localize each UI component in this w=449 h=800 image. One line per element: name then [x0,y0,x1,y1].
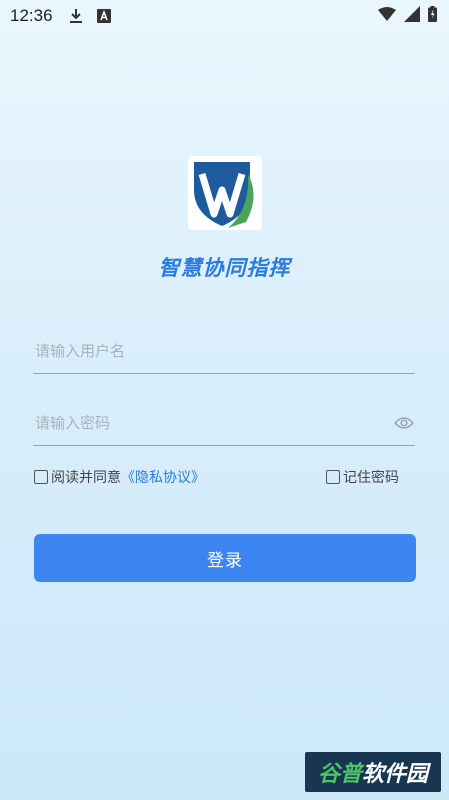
login-button[interactable]: 登录 [34,534,416,582]
username-input[interactable] [33,328,415,373]
watermark-logo: 谷普 软件园 [305,752,441,792]
download-icon [69,8,83,24]
battery-icon [428,5,437,27]
agree-checkbox[interactable] [34,470,48,484]
app-title: 智慧协同指挥 [158,256,291,280]
a-box-icon [96,9,111,23]
wifi-icon [378,6,396,26]
password-input[interactable] [33,400,393,445]
username-field-wrapper [33,328,415,374]
signal-icon [404,5,420,27]
remember-password-row: 记住密码 [326,467,399,487]
privacy-policy-link[interactable]: 《隐私协议》 [121,467,205,487]
agree-text: 阅读并同意 [51,470,121,486]
remember-password-label: 记住密码 [343,470,399,486]
status-time: 12:36 [10,6,53,25]
agreement-row: 阅读并同意 《隐私协议》 [34,467,205,487]
password-field-wrapper [33,400,415,446]
show-password-eye-icon[interactable] [393,412,415,434]
status-bar: 12:36 [0,0,449,32]
watermark-part2: 软件园 [362,762,429,787]
app-logo [188,156,262,230]
watermark-part1: 谷普 [317,762,362,787]
remember-password-checkbox[interactable] [326,470,340,484]
